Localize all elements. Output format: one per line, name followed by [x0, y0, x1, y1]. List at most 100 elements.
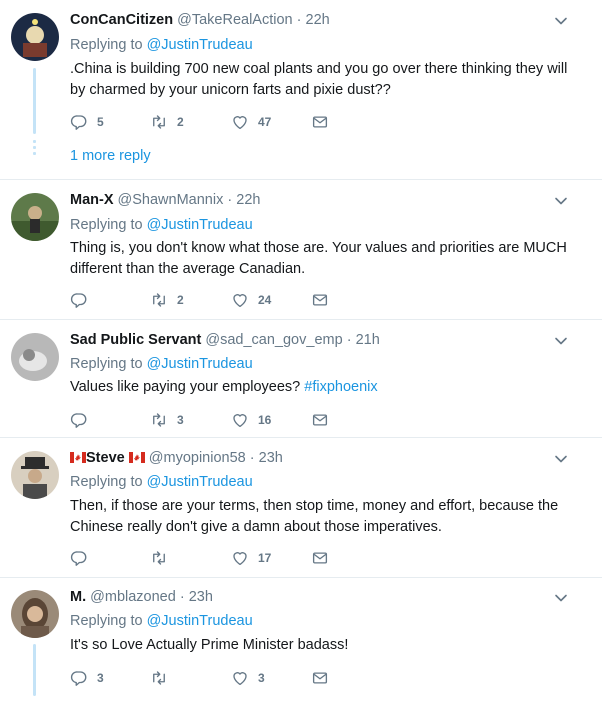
handle[interactable]: @ShawnMannix [118, 192, 224, 208]
tweet-header: ConCanCitizen @TakeRealAction · 22h [70, 12, 330, 28]
display-name[interactable]: Steve [86, 450, 125, 466]
envelope-icon [311, 113, 329, 131]
like-button[interactable]: 16 [231, 409, 271, 431]
replying-prefix: Replying to [70, 37, 143, 53]
handle[interactable]: @sad_can_gov_emp [205, 332, 342, 348]
chevron-down-icon[interactable] [554, 334, 568, 348]
separator: · [296, 12, 302, 28]
more-replies-link[interactable]: 1 more reply [70, 148, 151, 164]
retweet-button[interactable] [150, 547, 177, 569]
like-button[interactable]: 17 [231, 547, 271, 569]
tweet-text: Values like paying your employees? #fixp… [70, 377, 580, 398]
replying-to: Replying to @JustinTrudeau [70, 613, 253, 629]
replying-to-link[interactable]: @JustinTrudeau [147, 474, 253, 490]
separator: · [227, 192, 233, 208]
direct-message-button[interactable] [311, 289, 329, 311]
reply-icon [70, 669, 88, 687]
like-count: 16 [258, 413, 272, 427]
tweet-4[interactable]: Steve @myopinion58 · 23h Replying to @Ju… [0, 438, 602, 578]
like-button[interactable]: 24 [231, 289, 271, 311]
envelope-icon [311, 669, 329, 687]
timestamp[interactable]: 23h [259, 450, 283, 466]
timestamp[interactable]: 23h [189, 589, 213, 605]
replying-to-link[interactable]: @JustinTrudeau [147, 217, 253, 233]
tweet-5[interactable]: M. @mblazoned · 23h Replying to @JustinT… [0, 578, 602, 705]
separator: · [249, 450, 255, 466]
tweet-text-line: Chinese really don't give a damn about t… [70, 519, 442, 535]
reply-button[interactable] [70, 409, 97, 431]
like-count: 24 [258, 293, 272, 307]
like-button[interactable]: 47 [231, 111, 271, 133]
reply-button[interactable]: 3 [70, 667, 104, 689]
retweet-icon [150, 411, 168, 429]
heart-icon [231, 291, 249, 309]
reply-button[interactable] [70, 289, 97, 311]
tweet-header: M. @mblazoned · 23h [70, 589, 213, 605]
handle[interactable]: @mblazoned [90, 589, 176, 605]
tweet-2[interactable]: Man-X @ShawnMannix · 22h Replying to @Ju… [0, 180, 602, 320]
tweet-text-line: by charmed by your unicorn farts and pix… [70, 82, 391, 98]
retweet-button[interactable]: 3 [150, 409, 184, 431]
display-name[interactable]: M. [70, 589, 86, 605]
replying-to: Replying to @JustinTrudeau [70, 474, 253, 490]
direct-message-button[interactable] [311, 547, 329, 569]
replying-to: Replying to @JustinTrudeau [70, 356, 253, 372]
tweet-actions: 3 3 [70, 667, 370, 689]
retweet-button[interactable]: 2 [150, 289, 184, 311]
tweet-1[interactable]: ConCanCitizen @TakeRealAction · 22h Repl… [0, 0, 602, 180]
reply-button[interactable]: 5 [70, 111, 104, 133]
reply-icon [70, 291, 88, 309]
tweet-text-line: Thing is, you don't know what those are.… [70, 240, 567, 256]
retweet-button[interactable]: 2 [150, 111, 184, 133]
tweet-header: Steve @myopinion58 · 23h [70, 450, 283, 466]
retweet-count: 2 [177, 293, 184, 307]
replying-prefix: Replying to [70, 613, 143, 629]
timestamp[interactable]: 22h [236, 192, 260, 208]
chevron-down-icon[interactable] [554, 194, 568, 208]
avatar[interactable] [11, 333, 59, 381]
display-name[interactable]: Man-X [70, 192, 114, 208]
hashtag-link[interactable]: #fixphoenix [304, 379, 377, 395]
replying-to-link[interactable]: @JustinTrudeau [147, 37, 253, 53]
envelope-icon [311, 549, 329, 567]
display-name[interactable]: ConCanCitizen [70, 12, 173, 28]
timestamp[interactable]: 21h [356, 332, 380, 348]
timestamp[interactable]: 22h [306, 12, 330, 28]
like-button[interactable]: 3 [231, 667, 265, 689]
tweet-3[interactable]: Sad Public Servant @sad_can_gov_emp · 21… [0, 320, 602, 438]
direct-message-button[interactable] [311, 409, 329, 431]
replying-to-link[interactable]: @JustinTrudeau [147, 613, 253, 629]
retweet-icon [150, 113, 168, 131]
avatar[interactable] [11, 193, 59, 241]
heart-icon [231, 113, 249, 131]
replying-prefix: Replying to [70, 217, 143, 233]
tweet-actions: 3 16 [70, 409, 370, 431]
reply-icon [70, 113, 88, 131]
tweet-text: .China is building 700 new coal plants a… [70, 59, 580, 101]
chevron-down-icon[interactable] [554, 14, 568, 28]
display-name[interactable]: Sad Public Servant [70, 332, 201, 348]
chevron-down-icon[interactable] [554, 452, 568, 466]
canada-flag-icon [129, 452, 145, 463]
handle[interactable]: @TakeRealAction [177, 12, 292, 28]
avatar[interactable] [11, 451, 59, 499]
separator: · [346, 332, 352, 348]
retweet-count: 2 [177, 115, 184, 129]
tweet-actions: 17 [70, 547, 370, 569]
direct-message-button[interactable] [311, 111, 329, 133]
tweet-text-line: Then, if those are your terms, then stop… [70, 498, 559, 514]
tweet-header: Man-X @ShawnMannix · 22h [70, 192, 260, 208]
like-count: 3 [258, 671, 265, 685]
chevron-down-icon[interactable] [554, 591, 568, 605]
avatar[interactable] [11, 13, 59, 61]
handle[interactable]: @myopinion58 [149, 450, 246, 466]
avatar[interactable] [11, 590, 59, 638]
retweet-button[interactable] [150, 667, 177, 689]
direct-message-button[interactable] [311, 667, 329, 689]
replying-to-link[interactable]: @JustinTrudeau [147, 356, 253, 372]
tweet-text: Then, if those are your terms, then stop… [70, 496, 580, 538]
envelope-icon [311, 411, 329, 429]
heart-icon [231, 549, 249, 567]
retweet-count: 3 [177, 413, 184, 427]
reply-button[interactable] [70, 547, 97, 569]
